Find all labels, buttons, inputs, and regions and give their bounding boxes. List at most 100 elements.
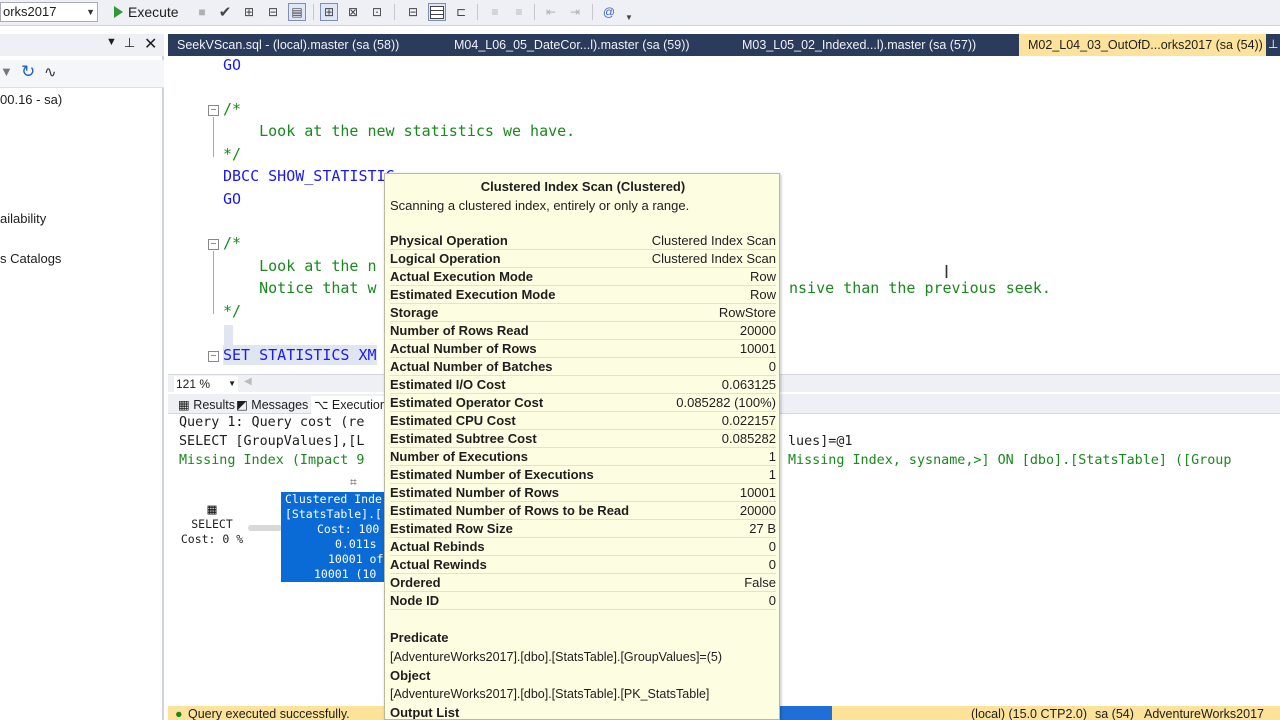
tab-outofdate[interactable]: M02_L04_03_OutOfD...orks2017 (sa (54)) [1019,34,1266,56]
property-value: Clustered Index Scan [651,251,776,266]
missing-index-line[interactable]: Missing Index (Impact 9 [179,453,364,468]
property-value: 0 [768,593,776,608]
collapse-icon[interactable]: − [208,105,219,116]
panel-menu-icon[interactable]: ▼ [106,36,117,48]
property-value: 10001 [739,485,776,500]
tab-pin-icon[interactable]: ⊥ [1268,37,1278,51]
results-to-grid-icon[interactable] [428,3,446,21]
tooltip-property-row: Node ID 0 [390,592,776,610]
select-node-cost: Cost: 0 % [180,532,244,546]
messages-icon: ◩ [236,398,248,412]
tooltip-property-row: Estimated Row Size 27 B [390,520,776,538]
missing-index-tail[interactable]: Missing Index, sysname,>] ON [dbo].[Stat… [788,453,1231,468]
object-value: [AdventureWorks2017].[dbo].[StatsTable].… [390,687,710,701]
code-line: SET STATISTICS XM [223,345,377,365]
pin-icon[interactable]: ⊥ [124,35,135,51]
property-value: 10001 [739,341,776,356]
code-line: nsive than the previous seek. [789,279,1051,297]
object-explorer-toolbar: ▼ ↻ ∿ [0,60,164,88]
property-value: 1 [768,467,776,482]
database-selector[interactable]: orks2017 ▼ [0,2,98,22]
close-icon[interactable]: ✕ [144,34,157,54]
main-toolbar: orks2017 ▼ Execute ■ ✔ ⊞ ⊟ ▤ ⊞ ⊠ ⊡ ⊟ ⊏ ≡… [0,0,1280,26]
scan-node-line: 10001 (10 [314,567,377,581]
execute-button[interactable]: Execute [114,2,179,22]
tooltip-property-row: Number of Executions 1 [390,448,776,466]
property-name: Storage [390,305,439,320]
select-node-label: SELECT [191,517,233,531]
property-name: Estimated Row Size [390,521,513,536]
tab-results[interactable]: ▦ Results [178,396,235,414]
code-line: /* [223,234,242,252]
play-icon [114,6,123,18]
specify-values-icon[interactable]: @ [600,3,618,21]
execute-label: Execute [128,4,179,20]
scan-operator-icon: ⌗ [350,475,357,489]
tooltip-property-row: Estimated I/O Cost 0.063125 [390,376,776,394]
decrease-indent-icon[interactable]: ⇤ [542,3,560,21]
collapse-icon[interactable]: − [208,351,219,362]
tooltip-property-row: Ordered False [390,574,776,592]
property-value: 20000 [739,503,776,518]
tree-item-availability[interactable]: ailability [0,211,46,226]
tab-datecor[interactable]: M04_L06_05_DateCor...l).master (sa (59)) [445,34,733,56]
live-stats-icon[interactable]: ⊞ [320,3,338,21]
filter-icon[interactable]: ▼ [0,64,13,79]
tab-indexed[interactable]: M03_L05_02_Indexed...l).master (sa (57)) [733,34,1019,56]
tab-seekvscan[interactable]: SeekVScan.sql - (local).master (sa (58)) [168,34,445,56]
tooltip-property-row: Estimated Number of Rows 10001 [390,484,776,502]
property-value: 0 [768,557,776,572]
predicate-label: Predicate [390,630,449,645]
query-text-tail: lues]=@1 [788,434,853,449]
display-plan-icon[interactable]: ⊞ [240,3,258,21]
text-cursor-icon: I [944,262,950,282]
results-to-text-icon[interactable]: ⊟ [404,3,422,21]
status-database: AdventureWorks2017 [1144,707,1264,720]
increase-indent-icon[interactable]: ⇥ [566,3,584,21]
query-designer-icon[interactable]: ⊟ [264,3,282,21]
client-stats-icon[interactable]: ⊠ [344,3,362,21]
tree-item-server[interactable]: 00.16 - sa) [0,92,62,107]
collapse-icon[interactable]: − [208,239,219,250]
uncomment-icon[interactable]: ≡ [510,3,528,21]
include-plan-icon[interactable]: ▤ [288,3,306,21]
clustered-index-scan-node[interactable]: Clustered Inde [StatsTable].[ Cost: 100 … [281,492,387,582]
parse-check-icon[interactable]: ✔ [216,3,234,21]
output-list-label: Output List [390,705,460,720]
comment-icon[interactable]: ≡ [486,3,504,21]
zoom-selector[interactable]: 121 % ▼ [174,376,238,392]
property-value: 0.022157 [721,413,776,428]
results-to-file-icon[interactable]: ⊏ [452,3,470,21]
property-value: 1 [768,449,776,464]
predicate-value: [AdventureWorks2017].[dbo].[StatsTable].… [390,650,723,664]
property-name: Number of Executions [390,449,528,464]
toolbar-overflow-icon[interactable]: ▼ [620,8,638,26]
tooltip-property-row: Number of Rows Read 20000 [390,322,776,340]
property-value: 0.085282 [721,431,776,446]
tooltip-property-row: Estimated Number of Executions 1 [390,466,776,484]
property-name: Logical Operation [390,251,501,266]
select-plan-node[interactable]: ▦ SELECT Cost: 0 % [180,502,244,547]
tooltip-property-row: Estimated Operator Cost 0.085282 (100%) [390,394,776,412]
property-name: Actual Number of Rows [390,341,537,356]
property-value: 20000 [739,323,776,338]
code-line: Notice that w [223,279,377,297]
query-text-line: SELECT [GroupValues],[L [179,434,365,449]
tooltip-property-row: Actual Number of Batches 0 [390,358,776,376]
fold-guide [213,251,214,314]
code-line: /* [223,100,242,118]
code-line: GO [223,56,242,74]
tree-item-catalogs[interactable]: s Catalogs [0,251,61,266]
toolbar-separator [534,4,535,20]
stop-icon[interactable]: ■ [193,3,211,21]
property-name: Number of Rows Read [390,323,529,338]
scroll-left-icon[interactable]: ◀ [244,376,252,387]
property-name: Ordered [390,575,441,590]
operator-tooltip: Clustered Index Scan (Clustered) Scannin… [384,173,780,720]
activity-monitor-icon[interactable]: ∿ [44,63,57,81]
property-value: 0.063125 [721,377,776,392]
property-name: Estimated I/O Cost [390,377,506,392]
tab-messages[interactable]: ◩ Messages [236,396,308,414]
results-text-icon[interactable]: ⊡ [368,3,386,21]
refresh-icon[interactable]: ↻ [21,62,35,82]
